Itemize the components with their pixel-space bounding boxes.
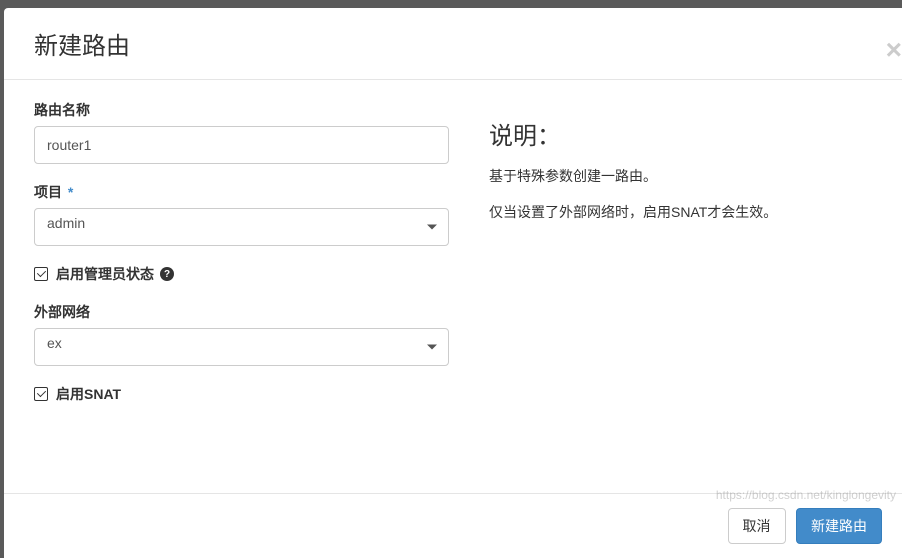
modal-title: 新建路由 xyxy=(34,26,872,61)
router-name-input[interactable] xyxy=(34,126,449,164)
help-icon[interactable]: ? xyxy=(160,267,174,281)
admin-state-label: 启用管理员状态 xyxy=(56,264,154,284)
router-name-group: 路由名称 xyxy=(34,100,449,164)
project-select-wrap: admin xyxy=(34,208,449,246)
description-line-1: 基于特殊参数创建一路由。 xyxy=(489,165,872,189)
external-network-select[interactable]: ex xyxy=(34,328,449,366)
project-label: 项目 * xyxy=(34,182,449,202)
submit-button[interactable]: 新建路由 xyxy=(796,508,882,544)
description-title: 说明： xyxy=(489,116,872,151)
checkbox-checked-icon xyxy=(34,387,48,401)
enable-snat-checkbox-row[interactable]: 启用SNAT xyxy=(34,384,449,404)
modal-header: 新建路由 × xyxy=(4,8,902,80)
modal-footer: 取消 新建路由 xyxy=(4,493,902,558)
project-label-text: 项目 xyxy=(34,184,62,200)
router-name-label: 路由名称 xyxy=(34,100,449,120)
required-asterisk-icon: * xyxy=(68,184,73,200)
external-network-group: 外部网络 ex xyxy=(34,302,449,366)
project-select[interactable]: admin xyxy=(34,208,449,246)
close-icon[interactable]: × xyxy=(886,36,902,64)
enable-snat-label: 启用SNAT xyxy=(56,384,121,404)
modal-body: 路由名称 项目 * admin 启用管理员状态 ? 外部网络 xyxy=(4,80,902,493)
cancel-button[interactable]: 取消 xyxy=(728,508,786,544)
create-router-modal: 新建路由 × 路由名称 项目 * admin 启用管理员状态 xyxy=(4,8,902,558)
form-column: 路由名称 项目 * admin 启用管理员状态 ? 外部网络 xyxy=(34,100,449,473)
description-line-2: 仅当设置了外部网络时，启用SNAT才会生效。 xyxy=(489,201,872,225)
admin-state-checkbox-row[interactable]: 启用管理员状态 ? xyxy=(34,264,449,284)
checkbox-checked-icon xyxy=(34,267,48,281)
description-column: 说明： 基于特殊参数创建一路由。 仅当设置了外部网络时，启用SNAT才会生效。 xyxy=(479,100,872,473)
external-network-select-wrap: ex xyxy=(34,328,449,366)
external-network-label: 外部网络 xyxy=(34,302,449,322)
project-group: 项目 * admin xyxy=(34,182,449,246)
